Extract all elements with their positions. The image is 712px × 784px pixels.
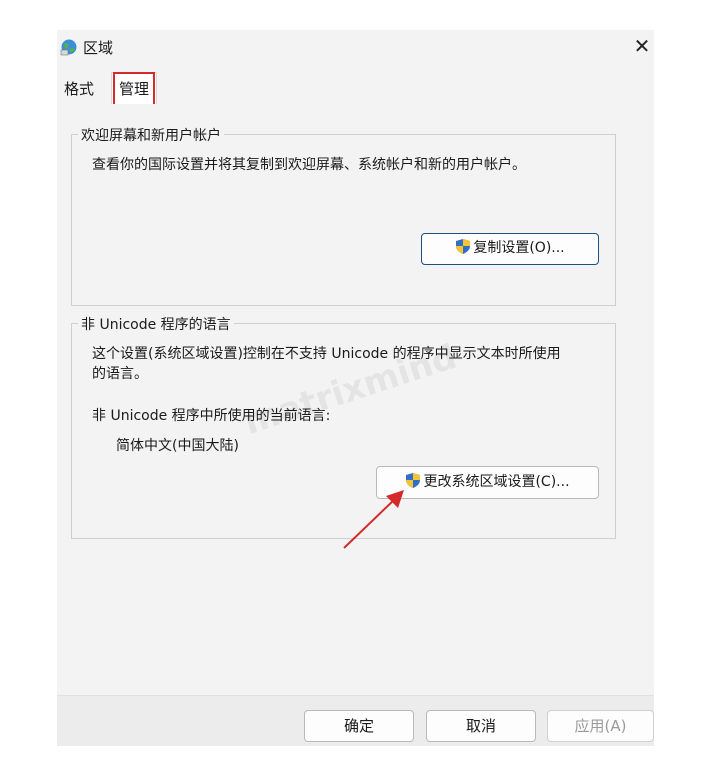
apply-button[interactable]: 应用(A) <box>547 710 654 742</box>
dialog-footer: 确定 取消 应用(A) <box>57 695 654 746</box>
non-unicode-description-line1: 这个设置(系统区域设置)控制在不支持 Unicode 的程序中显示文本时所使用 <box>92 346 561 362</box>
ok-button[interactable]: 确定 <box>304 710 414 742</box>
change-system-locale-label: 更改系统区域设置(C)... <box>423 474 570 490</box>
cancel-button[interactable]: 取消 <box>426 710 536 742</box>
non-unicode-group-legend: 非 Unicode 程序的语言 <box>78 314 234 334</box>
copy-settings-label: 复制设置(O)... <box>473 240 565 256</box>
tab-manage[interactable]: 管理 <box>111 72 157 107</box>
uac-shield-icon <box>455 237 471 254</box>
red-arrow-annotation <box>343 490 404 549</box>
tab-bar: 格式 管理 <box>57 72 654 107</box>
tab-format[interactable]: 格式 <box>64 74 94 104</box>
manage-panel: 欢迎屏幕和新用户帐户 查看你的国际设置并将其复制到欢迎屏幕、系统帐户和新的用户帐… <box>57 104 654 695</box>
current-language-label: 非 Unicode 程序中所使用的当前语言: <box>92 408 331 424</box>
region-globe-icon <box>60 38 78 56</box>
welcome-screen-group: 欢迎屏幕和新用户帐户 查看你的国际设置并将其复制到欢迎屏幕、系统帐户和新的用户帐… <box>71 125 616 306</box>
welcome-group-legend: 欢迎屏幕和新用户帐户 <box>78 125 224 145</box>
close-button[interactable]: ✕ <box>630 34 654 58</box>
welcome-description: 查看你的国际设置并将其复制到欢迎屏幕、系统帐户和新的用户帐户。 <box>92 157 526 173</box>
non-unicode-description-line2: 的语言。 <box>92 366 148 382</box>
title-bar: 区域 ✕ <box>57 30 654 64</box>
window-title: 区域 <box>83 39 114 57</box>
copy-settings-button[interactable]: 复制设置(O)... <box>421 233 599 265</box>
region-dialog: 区域 ✕ 格式 管理 欢迎屏幕和新用户帐户 查看你的国际设置并将其复制到欢迎屏幕… <box>57 30 654 746</box>
uac-shield-icon <box>405 470 421 488</box>
current-language-value: 简体中文(中国大陆) <box>116 438 239 454</box>
